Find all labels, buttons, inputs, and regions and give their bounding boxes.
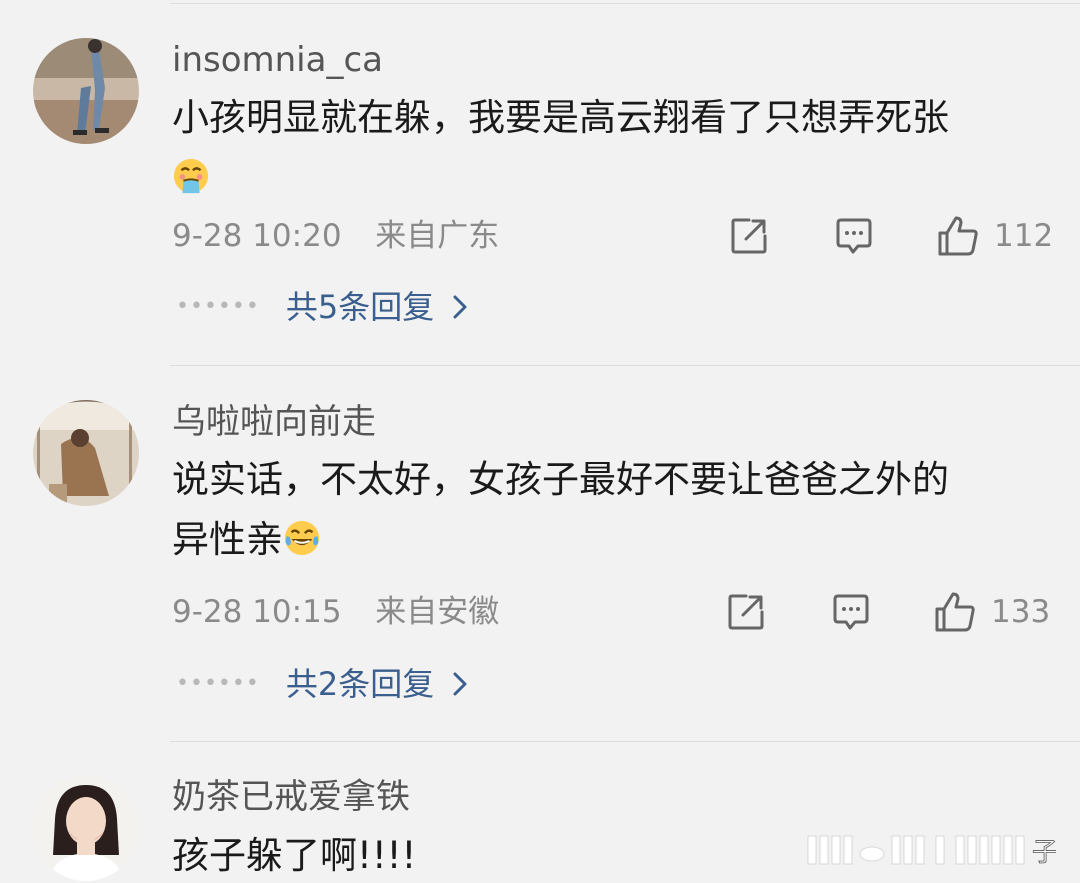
avatar[interactable] [33,38,139,144]
thumbs-up-icon [935,592,975,632]
like-button[interactable]: 133 [933,590,1050,634]
comment-text: 小孩明显就在躲，我要是高云翔看了只想弄死张 [172,88,1052,208]
username[interactable]: insomnia_ca [172,40,383,80]
thumbs-up-icon [938,216,978,256]
divider [170,741,1080,742]
share-icon [731,218,767,254]
comment-button[interactable] [831,590,871,634]
comment-meta: 9-28 10:15 来自安徽 [172,592,499,632]
comment-icon [833,594,869,630]
divider [170,3,1080,4]
view-replies-link[interactable]: •••••• 共5条回复 [176,285,468,329]
comment-time: 9-28 10:20 [172,218,342,254]
comment-time: 9-28 10:15 [172,594,342,630]
share-button[interactable] [726,590,766,634]
comment-location: 来自安徽 [375,594,500,630]
vomiting-emoji-icon [173,158,209,194]
avatar[interactable] [33,400,139,506]
username[interactable]: 奶茶已戒爱拿铁 [172,777,410,817]
avatar[interactable] [33,775,139,881]
replies-dots: •••••• [176,294,260,319]
comment-text-line1: 说实话，不太好，女孩子最好不要让爸爸之外的 [172,458,949,501]
comment-list-page: insomnia_ca 小孩明显就在躲，我要是高云翔看了只想弄死张 9-28 1… [0,0,1080,883]
watermark: 子 [806,828,1058,870]
watermark-char: 子 [1032,838,1056,868]
replies-count: 共2条回复 [285,665,435,703]
comment-icon [836,218,872,254]
like-count: 112 [994,218,1054,254]
comment-button[interactable] [834,214,874,258]
replies-count: 共5条回复 [285,288,435,326]
view-replies-link[interactable]: •••••• 共2条回复 [176,662,468,706]
share-button[interactable] [729,214,769,258]
divider [170,365,1080,366]
like-count: 133 [991,594,1051,630]
replies-dots: •••••• [176,671,260,696]
laughing-tears-emoji-icon [284,520,320,556]
comment-text: 说实话，不太好，女孩子最好不要让爸爸之外的 异性亲 [172,450,1052,570]
comment-meta: 9-28 10:20 来自广东 [172,216,499,256]
like-button[interactable]: 112 [936,214,1053,258]
comment-text-line2: 异性亲 [172,518,283,561]
chevron-right-icon [453,672,467,696]
share-icon [728,594,764,630]
chevron-right-icon [453,295,467,319]
comment-location: 来自广东 [375,218,500,254]
comment-text-body: 小孩明显就在躲，我要是高云翔看了只想弄死张 [172,96,949,139]
username[interactable]: 乌啦啦向前走 [172,402,376,442]
